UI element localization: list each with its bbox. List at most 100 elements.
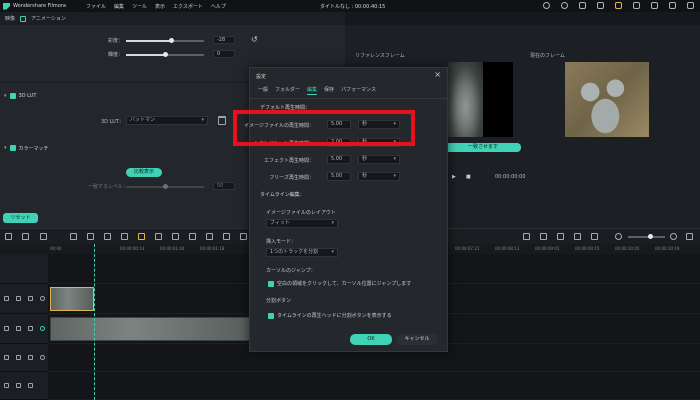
tab-save[interactable]: 保存 <box>324 86 334 95</box>
track-row <box>48 372 700 400</box>
adjust-icon[interactable] <box>121 233 128 240</box>
timeline-section-title: タイムライン編集： <box>260 192 305 198</box>
tab-edit[interactable]: 編集 <box>307 86 318 95</box>
insert-mode-dropdown[interactable]: 1つのトラックを分割 ▾ <box>266 248 338 257</box>
lock-icon[interactable] <box>16 354 21 360</box>
user-icon[interactable] <box>579 2 586 9</box>
fit-icon[interactable] <box>686 233 693 240</box>
lock-icon[interactable] <box>16 325 21 331</box>
cloud-icon[interactable] <box>543 2 550 9</box>
tab-folder[interactable]: フォルダー <box>275 86 300 95</box>
mic-icon[interactable] <box>557 233 564 240</box>
color-match-section-header[interactable]: ▾ カラーマッチ <box>4 143 49 153</box>
cancel-button[interactable]: キャンセル <box>396 334 438 345</box>
match-level-value[interactable]: 50 <box>213 182 235 190</box>
menu-export[interactable]: エクスポート <box>173 3 203 10</box>
marker-icon[interactable] <box>591 233 598 240</box>
ruler-tick: 00:00:10:19 <box>655 246 680 251</box>
zoom-out-icon[interactable] <box>615 233 622 240</box>
speaker-icon[interactable] <box>28 354 33 360</box>
brightness-value[interactable]: 0 <box>213 50 235 58</box>
speaker-icon[interactable] <box>28 295 33 301</box>
speaker-icon[interactable] <box>28 382 33 388</box>
effect-duration-input[interactable]: 5.00 <box>327 155 351 164</box>
speed-icon[interactable] <box>104 233 111 240</box>
cursor-jump-option[interactable]: 空白の領域をクリックして、カーソル位置にジャンプします <box>268 280 411 287</box>
dialog-title: 設定 <box>256 74 267 80</box>
eye-icon[interactable] <box>40 295 45 301</box>
menu-help[interactable]: ヘルプ <box>211 3 226 10</box>
timer-icon[interactable] <box>155 233 162 240</box>
lut-dropdown[interactable]: バットマン ▾ <box>126 116 208 125</box>
color-tab-icon[interactable] <box>20 15 27 22</box>
match-button[interactable]: 一致させます <box>445 143 521 152</box>
cursor-jump-checkbox[interactable] <box>268 280 274 287</box>
brightness-knob[interactable] <box>163 52 168 57</box>
message-icon[interactable] <box>597 2 604 9</box>
ok-button[interactable]: OK <box>350 334 392 345</box>
download-icon[interactable] <box>633 2 640 9</box>
expand-icon[interactable] <box>189 233 196 240</box>
zoom-slider[interactable] <box>628 236 665 238</box>
motion-tracking-icon[interactable] <box>206 233 213 240</box>
color-match-checkbox[interactable] <box>9 145 16 151</box>
split-button-checkbox[interactable] <box>268 312 274 319</box>
list-icon[interactable] <box>574 233 581 240</box>
delete-icon[interactable] <box>218 116 226 125</box>
trash-icon[interactable] <box>40 233 47 240</box>
match-level-knob[interactable] <box>163 184 168 189</box>
redo-icon[interactable] <box>22 233 29 240</box>
saturation-value[interactable]: -28 <box>213 36 235 44</box>
tab-performance[interactable]: パフォーマンス <box>341 86 376 95</box>
stabilize-icon[interactable] <box>223 233 230 240</box>
shield-icon[interactable] <box>540 233 547 240</box>
sun-icon[interactable] <box>561 2 568 9</box>
play-icon[interactable]: ▶ <box>452 174 456 180</box>
lock-icon[interactable] <box>16 382 21 388</box>
saturation-slider[interactable] <box>126 40 204 42</box>
minimize-icon[interactable] <box>651 2 658 9</box>
color-icon[interactable] <box>172 233 179 240</box>
speaker-icon[interactable] <box>28 325 33 331</box>
match-level-label: 一致するレベル： <box>88 184 129 190</box>
lut-checkbox[interactable] <box>9 93 16 99</box>
chevron-down-icon: ▾ <box>331 249 334 255</box>
cut-icon[interactable] <box>70 233 77 240</box>
lock-icon[interactable] <box>16 295 21 301</box>
zoom-knob[interactable] <box>648 234 653 239</box>
undo-icon[interactable] <box>5 233 12 240</box>
saturation-knob[interactable] <box>169 38 175 43</box>
close-icon[interactable]: × <box>434 71 441 79</box>
stop-icon[interactable]: ■ <box>466 174 471 180</box>
video-clip[interactable] <box>50 317 250 341</box>
image-layout-dropdown[interactable]: フィット ▾ <box>266 219 338 228</box>
maximize-icon[interactable] <box>669 2 676 9</box>
gift-icon[interactable] <box>615 2 622 9</box>
eye-icon[interactable] <box>40 325 45 331</box>
audio-icon[interactable] <box>240 233 247 240</box>
freeze-duration-input[interactable]: 5.00 <box>327 172 351 181</box>
playhead[interactable] <box>94 244 95 400</box>
video-clip-selected[interactable] <box>50 287 94 311</box>
tab-video[interactable]: 映像 <box>5 15 15 22</box>
cursor-jump-label: カーソルのジャンプ： <box>266 268 316 274</box>
render-icon[interactable] <box>523 233 530 240</box>
tab-animation[interactable]: アニメーション <box>31 15 66 22</box>
tab-general[interactable]: 一般 <box>258 86 268 95</box>
freeze-duration-unit[interactable]: 秒 ▾ <box>358 172 400 181</box>
reset-icon[interactable]: ↺ <box>251 36 258 44</box>
compare-button[interactable]: 比較表示 <box>126 168 162 177</box>
close-window-icon[interactable] <box>687 2 694 9</box>
menu-tools[interactable]: ツール <box>132 3 147 10</box>
menu-file[interactable]: ファイル <box>86 3 106 10</box>
split-button-option[interactable]: タイムラインの再生ヘッドに分割ボタンを表示する <box>268 312 392 319</box>
menu-view[interactable]: 表示 <box>155 3 165 10</box>
menu-edit[interactable]: 編集 <box>114 3 124 10</box>
eye-icon[interactable] <box>40 354 45 360</box>
lut-section-header[interactable]: ▾ 3D LUT <box>4 91 36 101</box>
effect-duration-unit[interactable]: 秒 ▾ <box>358 155 400 164</box>
zoom-in-icon[interactable] <box>670 233 677 240</box>
keyframe-icon[interactable] <box>138 233 145 240</box>
crop-icon[interactable] <box>87 233 94 240</box>
reset-button[interactable]: リセット <box>3 213 38 223</box>
